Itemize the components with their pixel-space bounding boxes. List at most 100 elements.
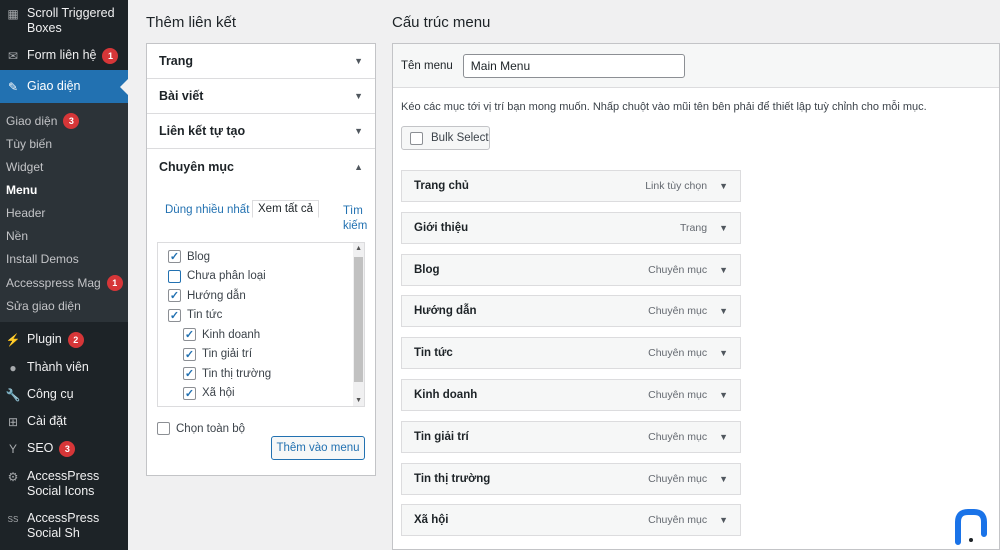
menu-item-title: Kinh doanh xyxy=(414,389,478,401)
category-label: Blog xyxy=(187,250,211,263)
menu-item-title: Trang chủ xyxy=(414,180,469,192)
admin-sidebar: ▦ Scroll Triggered Boxes ✉ Form liên hệ … xyxy=(0,0,128,550)
menu-item[interactable]: Xã hội Chuyên mục ▼ xyxy=(401,504,741,536)
list-item[interactable]: ✓ Tin giải trí xyxy=(168,345,364,365)
submenu-label: Accesspress Mag xyxy=(6,275,101,290)
menu-name-bar: Tên menu Main Menu xyxy=(393,44,999,88)
expand-arrow-icon[interactable]: ▼ xyxy=(719,265,728,275)
scroll-up-arrow-icon[interactable]: ▲ xyxy=(355,245,362,252)
wrench-icon: 🔧 xyxy=(5,387,21,402)
sidebar-item-label: AccessPress Social Icons xyxy=(27,469,100,498)
menu-structure-panel: Tên menu Main Menu Kéo các mục tới vị tr… xyxy=(392,43,1000,550)
sidebar-item-giao-dien[interactable]: ✎ Giao diện xyxy=(0,70,128,103)
submenu-item-nen[interactable]: Nền xyxy=(0,225,128,248)
submenu-item-giao-dien[interactable]: Giao diện 3 xyxy=(0,109,128,133)
scrollbar[interactable]: ▲ ▼ xyxy=(353,243,364,406)
sidebar-item-thanh-vien[interactable]: ● Thành viên xyxy=(0,354,128,381)
submenu-item-tuy-bien[interactable]: Tùy biến xyxy=(0,133,128,156)
menu-item[interactable]: Hướng dẫn Chuyên mục ▼ xyxy=(401,295,741,327)
checkbox-checked[interactable]: ✓ xyxy=(183,347,196,361)
accordion-custom-links[interactable]: Liên kết tự tạo ▼ xyxy=(147,114,375,149)
scroll-icon: ▦ xyxy=(7,6,19,21)
menu-item[interactable]: Giới thiệu Trang ▼ xyxy=(401,212,741,244)
sidebar-item-label: Form liên hệ xyxy=(27,48,97,62)
menu-item[interactable]: Trang chủ Link tùy chọn ▼ xyxy=(401,170,741,202)
menu-item-title: Hướng dẫn xyxy=(414,305,477,317)
sidebar-item-plugin[interactable]: ⚡ Plugin 2 xyxy=(0,326,128,354)
caret-up-icon: ▲ xyxy=(354,161,363,172)
ss-icon: SS xyxy=(7,514,19,524)
list-item[interactable]: ✓ Tin thị trường xyxy=(168,364,364,384)
accordion-categories[interactable]: Chuyên mục ▲ xyxy=(147,149,375,184)
menu-item-title: Tin tức xyxy=(414,347,453,359)
accordion-posts[interactable]: Bài viết ▼ xyxy=(147,79,375,114)
notification-badge: 1 xyxy=(106,275,123,291)
menu-item[interactable]: Kinh doanh Chuyên mục ▼ xyxy=(401,379,741,411)
sidebar-item-cong-cu[interactable]: 🔧 Công cụ xyxy=(0,381,128,408)
checkbox-checked[interactable]: ✓ xyxy=(183,367,196,381)
submenu-item-menu[interactable]: Menu xyxy=(0,179,128,202)
list-item[interactable]: ✓ Tin tức xyxy=(168,306,364,326)
sidebar-item-accesspress-social-icons[interactable]: ⚙ AccessPress Social Icons xyxy=(0,463,128,505)
checkbox-checked[interactable]: ✓ xyxy=(168,250,181,264)
expand-arrow-icon[interactable]: ▼ xyxy=(719,390,728,400)
expand-arrow-icon[interactable]: ▼ xyxy=(719,306,728,316)
expand-arrow-icon[interactable]: ▼ xyxy=(719,515,728,525)
list-item[interactable]: ✓ Kinh doanh xyxy=(168,325,364,345)
checkbox-checked[interactable]: ✓ xyxy=(168,289,181,303)
accordion-pages[interactable]: Trang ▼ xyxy=(147,44,375,79)
notification-badge: 1 xyxy=(102,48,119,64)
user-icon: ● xyxy=(9,360,17,375)
submenu-label: Sửa giao diện xyxy=(6,299,81,313)
checkbox-unchecked[interactable] xyxy=(168,269,181,283)
sidebar-item-seo[interactable]: Y SEO 3 xyxy=(0,435,128,463)
menu-item-title: Giới thiệu xyxy=(414,222,469,234)
sidebar-item-form-lien-he[interactable]: ✉ Form liên hệ 1 xyxy=(0,42,128,70)
list-item[interactable]: ✓ Hướng dẫn xyxy=(168,286,364,306)
scroll-down-arrow-icon[interactable]: ▼ xyxy=(355,397,362,404)
menu-name-input[interactable]: Main Menu xyxy=(462,53,685,78)
tab-search[interactable]: Tìm kiếm xyxy=(159,204,367,234)
menu-item[interactable]: Tin thị trường Chuyên mục ▼ xyxy=(401,463,741,495)
expand-arrow-icon[interactable]: ▼ xyxy=(719,348,728,358)
expand-arrow-icon[interactable]: ▼ xyxy=(719,474,728,484)
menu-item[interactable]: Tin giải trí Chuyên mục ▼ xyxy=(401,421,741,453)
menu-item-title: Tin giải trí xyxy=(414,431,469,443)
list-item[interactable]: Chưa phân loại xyxy=(168,267,364,287)
submenu-item-widget[interactable]: Widget xyxy=(0,156,128,179)
scroll-thumb[interactable] xyxy=(354,257,363,382)
add-links-title: Thêm liên kết xyxy=(146,14,237,31)
menu-item[interactable]: Tin tức Chuyên mục ▼ xyxy=(401,337,741,369)
menu-item[interactable]: Blog Chuyên mục ▼ xyxy=(401,254,741,286)
checkbox-checked[interactable]: ✓ xyxy=(183,386,196,400)
sidebar-item-label: Scroll Triggered Boxes xyxy=(27,6,115,35)
submenu-label: Install Demos xyxy=(6,252,79,266)
expand-arrow-icon[interactable]: ▼ xyxy=(719,432,728,442)
bulk-select-button[interactable]: Bulk Select xyxy=(401,126,490,150)
submenu-item-install-demos[interactable]: Install Demos xyxy=(0,248,128,271)
select-all-checkbox[interactable] xyxy=(157,422,170,435)
sidebar-item-scroll-triggered-boxes[interactable]: ▦ Scroll Triggered Boxes xyxy=(0,0,128,42)
sidebar-item-accesspress-social-share[interactable]: SS AccessPress Social Sh xyxy=(0,505,128,547)
submenu-label: Tùy biến xyxy=(6,137,53,151)
submenu-item-accesspress-mag[interactable]: Accesspress Mag 1 xyxy=(0,271,128,295)
sidebar-item-cai-dat[interactable]: ⊞ Cài đặt xyxy=(0,408,128,435)
category-label: Kinh doanh xyxy=(202,328,261,341)
yoast-icon: Y xyxy=(8,441,17,456)
category-checklist[interactable]: ✓ Blog Chưa phân loại ✓ Hướng dẫn ✓ Tin tức… xyxy=(157,242,365,407)
expand-arrow-icon[interactable]: ▼ xyxy=(719,181,728,191)
add-to-menu-button[interactable]: Thêm vào menu xyxy=(271,436,365,460)
menu-item-title: Xã hội xyxy=(414,514,449,526)
menu-item-type: Chuyên mục xyxy=(648,431,708,443)
list-item[interactable]: ✓ Xã hội xyxy=(168,384,364,404)
menu-item-type: Chuyên mục xyxy=(648,264,708,276)
notification-badge: 3 xyxy=(59,441,76,457)
expand-arrow-icon[interactable]: ▼ xyxy=(719,223,728,233)
bulk-select-label: Bulk Select xyxy=(431,132,489,144)
list-item[interactable]: ✓ Blog xyxy=(168,247,364,267)
submenu-item-header[interactable]: Header xyxy=(0,202,128,225)
checkbox-checked[interactable]: ✓ xyxy=(183,328,196,342)
select-all-control[interactable]: Chọn toàn bộ xyxy=(157,422,245,435)
submenu-item-sua-giao-dien[interactable]: Sửa giao diện xyxy=(0,295,128,318)
checkbox-checked[interactable]: ✓ xyxy=(168,308,181,322)
